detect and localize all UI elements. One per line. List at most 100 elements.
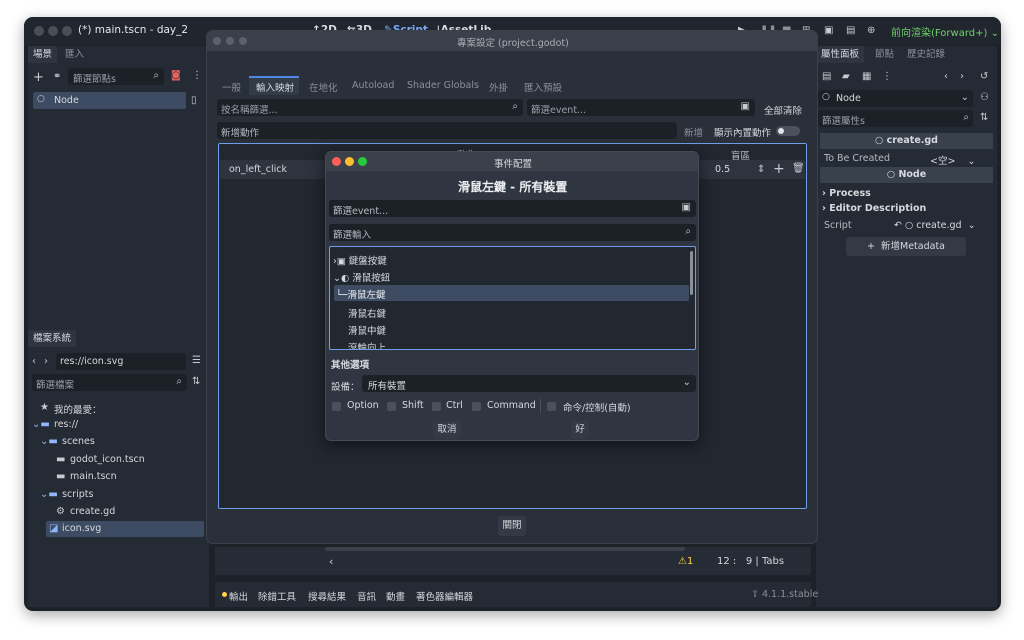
tree-middle-button[interactable]: 滑鼠中鍵 — [348, 323, 386, 337]
show-builtin-toggle[interactable] — [776, 126, 800, 136]
option-checkbox[interactable] — [332, 402, 341, 411]
prop-value[interactable]: <空> ⌄ — [930, 153, 975, 167]
tree-item-create-gd[interactable]: create.gd — [70, 506, 115, 517]
tab-general[interactable]: 一般 — [222, 80, 241, 94]
open-folder-icon[interactable]: ▰ — [842, 72, 850, 82]
close-dot[interactable] — [332, 157, 341, 166]
node-section-header[interactable]: ○ Node — [820, 167, 993, 183]
play-scene-icon[interactable]: ▣ — [824, 26, 833, 36]
nav-forward-icon[interactable]: › — [44, 357, 48, 367]
horizontal-scrollbar[interactable] — [325, 547, 685, 551]
command-checkbox[interactable] — [472, 402, 481, 411]
tab-history[interactable]: 歷史記錄 — [902, 46, 950, 63]
tab-filesystem[interactable]: 檔案系統 — [28, 330, 77, 347]
script-attached-icon[interactable]: ▯ — [191, 96, 197, 106]
tab-localization[interactable]: 在地化 — [309, 80, 338, 94]
tab-import-defaults[interactable]: 匯入預設 — [524, 80, 562, 94]
tree-left-button-row[interactable]: └─滑鼠左鍵 — [334, 285, 689, 301]
tree-item-selected[interactable]: ◪ icon.svg — [46, 521, 204, 537]
tab-shader-editor[interactable]: 著色器編輯器 — [416, 589, 473, 603]
tab-audio[interactable]: 音訊 — [357, 589, 376, 603]
cmd-ctrl-auto-checkbox[interactable] — [547, 402, 556, 411]
filter-input-field[interactable]: 篩選輸入 ⌕ — [329, 224, 696, 241]
warnings-count[interactable]: ⚠1 — [678, 556, 693, 567]
tab-shader-globals[interactable]: Shader Globals — [407, 80, 479, 91]
nav-back-icon[interactable]: ‹ — [32, 357, 36, 367]
filter-by-event-input[interactable]: 篩選event... ▣ — [527, 99, 755, 116]
renderer-select[interactable]: 前向渲染(Forward+) ⌄ — [891, 24, 999, 39]
scene-filter-input[interactable]: 篩選節點s ⌕ — [68, 68, 164, 85]
add-metadata-button[interactable]: + 新增Metadata — [846, 237, 966, 256]
history-forward-icon[interactable]: › — [960, 72, 964, 82]
tab-debugger[interactable]: 除錯工具 — [258, 589, 296, 603]
more-icon[interactable]: ⋮ — [192, 71, 202, 81]
tree-item-res[interactable]: res:// — [54, 419, 78, 430]
add-event-icon[interactable]: + — [773, 162, 785, 176]
deadzone-spinbox[interactable]: 0.5 — [715, 164, 730, 175]
split-view-icon[interactable]: ☰ — [192, 356, 201, 366]
tree-item-icon-svg[interactable]: icon.svg — [62, 523, 101, 534]
history-icon[interactable]: ↺ — [980, 72, 988, 82]
editor-desc-group[interactable]: › Editor Description — [822, 203, 926, 214]
new-resource-icon[interactable]: ▤ — [822, 72, 831, 82]
link-icon[interactable]: ⚭ — [53, 72, 61, 82]
script-section-header[interactable]: ○ create.gd — [820, 133, 993, 149]
tab-scene[interactable]: 場景 — [28, 46, 58, 63]
tab-plugins[interactable]: 外掛 — [489, 80, 508, 94]
tab-search-results[interactable]: 搜尋結果 — [308, 589, 346, 603]
tab-input-map[interactable]: 輸入映射 — [256, 80, 294, 94]
add-node-icon[interactable]: + — [33, 71, 44, 84]
shift-checkbox[interactable] — [387, 402, 396, 411]
node-select[interactable]: ○ Node ⌄ — [818, 90, 973, 107]
zoom-dot[interactable] — [358, 157, 367, 166]
ok-button[interactable]: 好 — [571, 421, 589, 439]
prop-script-value[interactable]: ↶ ○ create.gd ⌄ — [894, 220, 976, 231]
tab-animation[interactable]: 動畫 — [386, 589, 405, 603]
node-row[interactable]: ○ Node — [33, 92, 186, 109]
property-filter-input[interactable]: 篩選屬性s ⌕ — [818, 110, 973, 127]
tree-item-main[interactable]: main.tscn — [70, 471, 117, 482]
process-group[interactable]: › Process — [822, 188, 871, 199]
tree-item-scripts[interactable]: scripts — [62, 489, 93, 500]
clear-all-button[interactable]: 全部清除 — [764, 103, 802, 117]
zoom-dot[interactable] — [239, 37, 247, 45]
settings-icon[interactable]: ⇅ — [980, 113, 988, 123]
node-tree-icon[interactable]: ⚇ — [980, 93, 989, 103]
tree-mouse[interactable]: ⌄◐ 滑鼠按鈕 — [333, 270, 390, 284]
collapse-icon[interactable]: ‹ — [329, 555, 333, 568]
path-field[interactable]: res://icon.svg — [56, 353, 186, 370]
history-back-icon[interactable]: ‹ — [944, 72, 948, 82]
favorites-label[interactable]: 我的最愛： — [54, 402, 102, 416]
close-dot[interactable] — [34, 26, 44, 36]
device-select[interactable]: 所有裝置 ⌄ — [362, 375, 696, 392]
spin-arrows-icon[interactable]: ⇕ — [757, 165, 765, 175]
minimize-dot[interactable] — [226, 37, 234, 45]
tree-wheel-up[interactable]: 滾輪向上 — [348, 340, 386, 349]
tab-node[interactable]: 節點 — [870, 46, 899, 63]
tree-keyboard[interactable]: ›▣ 鍵盤按鍵 — [333, 253, 387, 267]
close-button[interactable]: 關閉 — [498, 516, 526, 536]
movie-maker-icon[interactable]: ⊕ — [867, 26, 875, 36]
zoom-dot[interactable] — [62, 26, 72, 36]
add-action-input[interactable]: 新增動作 — [217, 122, 677, 139]
filter-by-name-input[interactable]: 按名稱篩選... ⌕ — [217, 99, 523, 116]
file-filter-input[interactable]: 篩選檔案 ⌕ — [32, 374, 187, 391]
scene-tool-icon[interactable]: ◙ — [171, 71, 181, 81]
tree-scrollbar[interactable] — [690, 251, 693, 295]
sort-icon[interactable]: ⇅ — [192, 377, 200, 387]
event-listen-input[interactable]: 篩選event... ▣ — [329, 200, 696, 217]
more-icon[interactable]: ⋮ — [882, 72, 892, 82]
tree-item-godot-icon[interactable]: godot_icon.tscn — [70, 454, 145, 465]
tab-import[interactable]: 匯入 — [60, 46, 89, 63]
close-dot[interactable] — [213, 37, 221, 45]
play-custom-icon[interactable]: ▤ — [846, 26, 855, 36]
save-icon[interactable]: ▦ — [862, 72, 871, 82]
add-button[interactable]: 新增 — [684, 125, 703, 139]
tree-right-button[interactable]: 滑鼠右鍵 — [348, 306, 386, 320]
ctrl-checkbox[interactable] — [432, 402, 441, 411]
cancel-button[interactable]: 取消 — [433, 421, 461, 439]
tab-output[interactable]: 輸出 — [229, 589, 248, 603]
trash-icon[interactable]: 🗑 — [792, 164, 805, 174]
tab-inspector[interactable]: 屬性面板 — [816, 46, 865, 63]
minimize-dot[interactable] — [345, 157, 354, 166]
